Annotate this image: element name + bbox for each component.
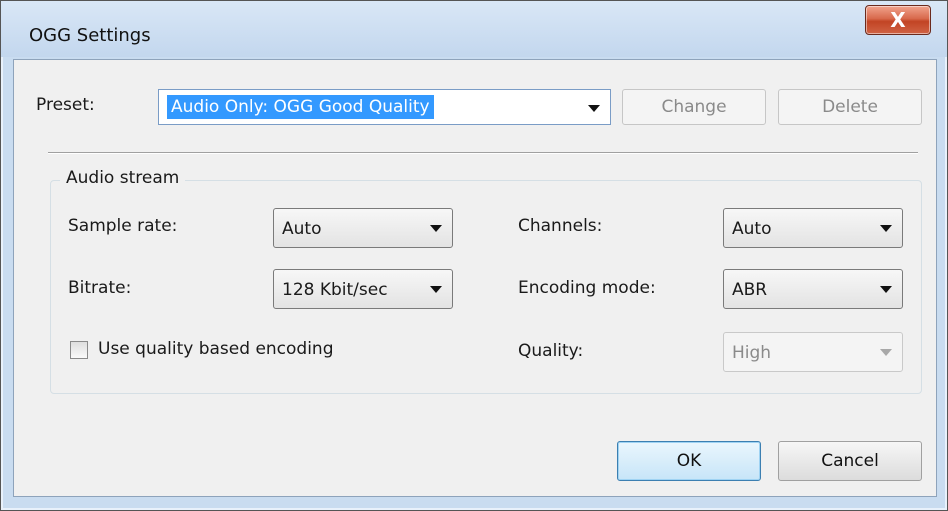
window-title: OGG Settings [29,25,151,46]
chevron-down-icon [430,225,442,232]
close-icon: X [890,8,906,32]
ogg-settings-window: OGG Settings X Preset: Audio Only: OGG G… [0,0,948,511]
channels-value: Auto [732,219,772,239]
channels-dropdown[interactable]: Auto [723,208,903,248]
encoding-mode-dropdown[interactable]: ABR [723,269,903,309]
chevron-down-icon [880,349,892,356]
sample-rate-label: Sample rate: [68,216,178,236]
preset-selected-value: Audio Only: OGG Good Quality [167,95,434,119]
chevron-down-icon [880,225,892,232]
title-bar[interactable]: OGG Settings X [1,1,947,57]
sample-rate-value: Auto [282,219,322,239]
change-button[interactable]: Change [622,89,766,125]
channels-label: Channels: [518,216,603,236]
encoding-mode-label: Encoding mode: [518,278,656,298]
separator [48,152,918,154]
cancel-button[interactable]: Cancel [778,441,922,481]
preset-dropdown[interactable]: Audio Only: OGG Good Quality [158,89,611,125]
chevron-down-icon [588,105,600,112]
audio-stream-group-title: Audio stream [60,168,186,188]
sample-rate-dropdown[interactable]: Auto [273,208,453,248]
quality-based-encoding-label[interactable]: Use quality based encoding [98,339,334,359]
quality-dropdown[interactable]: High [723,332,903,372]
close-button[interactable]: X [865,5,931,35]
delete-button[interactable]: Delete [778,89,922,125]
quality-based-encoding-checkbox[interactable] [70,341,88,359]
bitrate-label: Bitrate: [68,278,132,298]
bitrate-value: 128 Kbit/sec [282,280,388,300]
preset-label: Preset: [36,95,95,115]
ok-button[interactable]: OK [617,441,761,481]
chevron-down-icon [430,286,442,293]
quality-label: Quality: [518,341,584,361]
chevron-down-icon [880,286,892,293]
dialog-client-area: Preset: Audio Only: OGG Good Quality Cha… [13,59,937,497]
bitrate-dropdown[interactable]: 128 Kbit/sec [273,269,453,309]
quality-value: High [732,343,772,363]
encoding-mode-value: ABR [732,280,768,300]
